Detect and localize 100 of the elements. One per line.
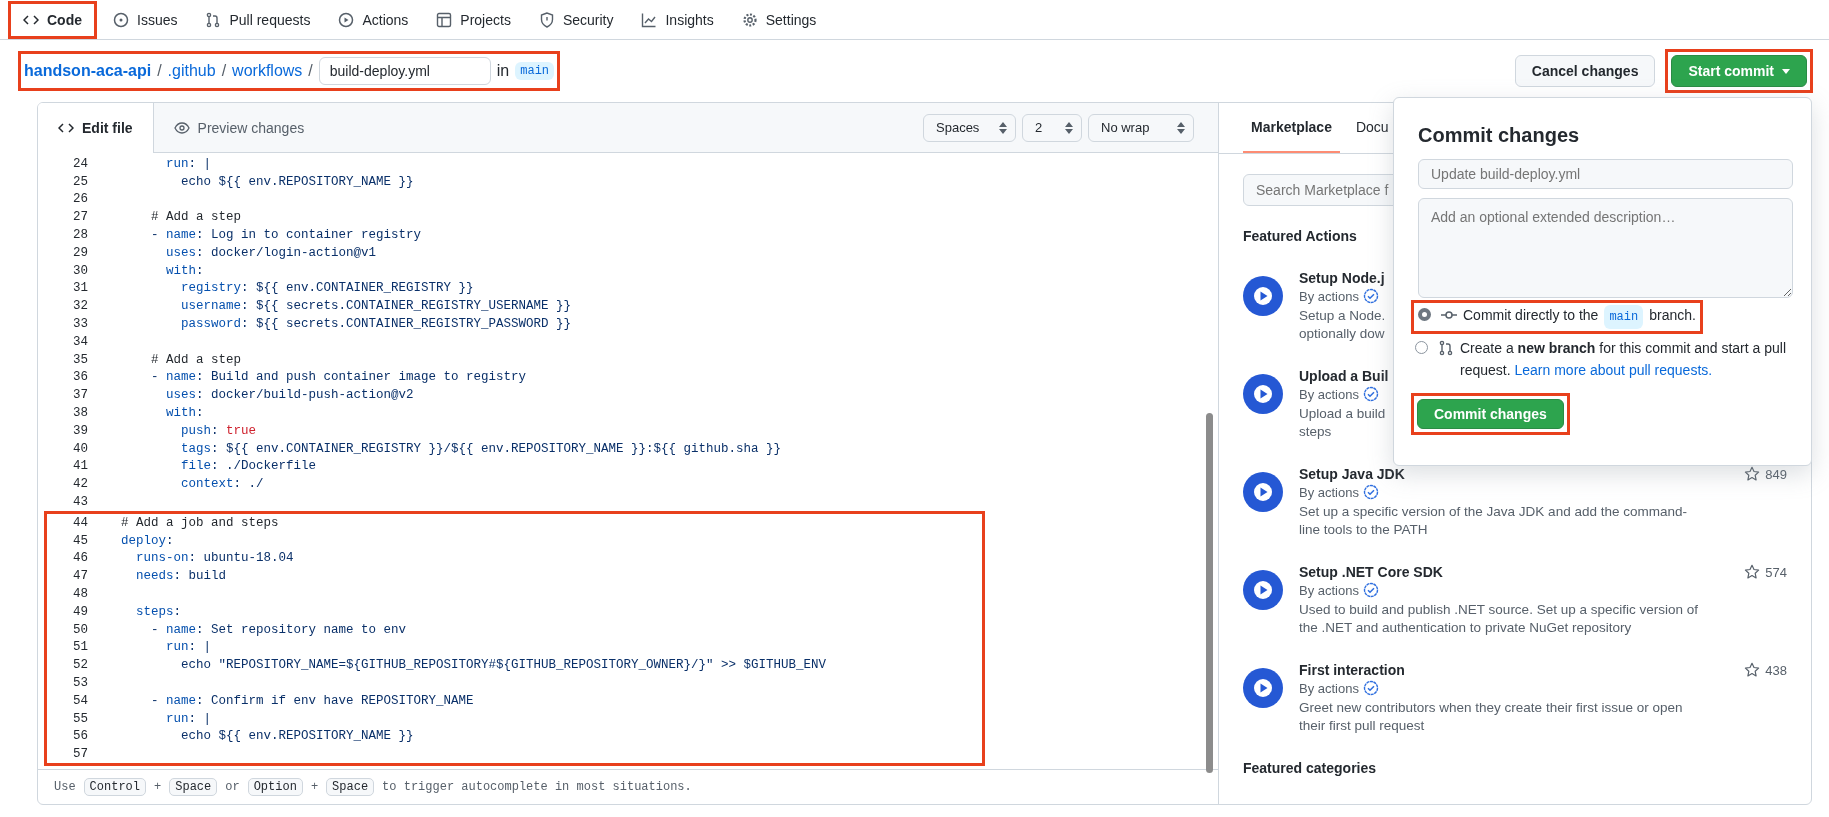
repo-link[interactable]: handson-aca-api xyxy=(24,62,152,80)
code-line: with: xyxy=(165,406,204,421)
line-number: 55 xyxy=(72,711,89,726)
line-number: 51 xyxy=(72,640,89,655)
verified-badge-icon xyxy=(1363,386,1379,402)
line-number: 41 xyxy=(72,459,89,474)
action-description: steps xyxy=(1299,423,1332,441)
action-title[interactable]: Setup Node.j xyxy=(1299,270,1385,286)
cancel-button[interactable]: Cancel changes xyxy=(1514,55,1656,87)
code-line: # Add a step xyxy=(150,210,242,225)
code-line: - name: Build and push container image to registry xyxy=(150,370,527,385)
line-number: 24 xyxy=(72,156,89,171)
chevron-up-down-icon xyxy=(999,121,1007,134)
action-title[interactable]: First interaction xyxy=(1299,662,1405,678)
learn-more-link[interactable]: Learn more about pull requests. xyxy=(1514,362,1713,378)
star-count: 574 xyxy=(1765,564,1787,580)
editor-tab[interactable]: Preview changes xyxy=(153,103,325,152)
code-line: run: | xyxy=(165,711,212,726)
graph-icon xyxy=(641,11,658,28)
nav-tab[interactable]: Actions xyxy=(330,3,417,36)
star-count: 849 xyxy=(1765,466,1787,482)
play-icon[interactable] xyxy=(1243,668,1283,708)
folder-link[interactable]: workflows xyxy=(232,62,303,80)
play-icon[interactable] xyxy=(1243,472,1283,512)
star-icon xyxy=(1744,466,1761,482)
line-number: 25 xyxy=(72,174,89,189)
code-line: push: true xyxy=(180,423,257,438)
nav-tab[interactable]: Pull requests xyxy=(197,3,319,36)
author-text: By actions xyxy=(1299,582,1359,598)
action-title[interactable]: Upload a Buil xyxy=(1299,368,1389,384)
code-line: echo ${{ env.REPOSITORY_NAME }} xyxy=(180,729,414,744)
line-number: 48 xyxy=(72,587,89,601)
code-line: echo "REPOSITORY_NAME=${GITHUB_REPOSITORY#${GITHUB_REPOSITORY_OWNER}/}" >> $GITHUB_ENV xyxy=(180,658,827,673)
code-line: - name: Log in to container registry xyxy=(150,228,422,243)
line-number: 27 xyxy=(72,210,89,225)
verified-badge-icon xyxy=(1363,680,1379,696)
line-number: 28 xyxy=(72,228,89,243)
editor-tab[interactable]: Edit file xyxy=(38,103,154,153)
commit-summary-field[interactable]: Update build-deploy.yml xyxy=(1418,159,1793,189)
settings-icon xyxy=(741,11,758,28)
code-line: needs: build xyxy=(135,569,227,584)
caret-icon xyxy=(1782,68,1790,74)
select-field[interactable]: No wrap xyxy=(1088,113,1194,142)
nav-tab[interactable]: Projects xyxy=(428,3,519,36)
verified-badge-icon xyxy=(1363,484,1379,500)
play-icon[interactable] xyxy=(1243,374,1283,414)
line-number: 39 xyxy=(72,423,89,438)
line-number: 32 xyxy=(72,299,89,314)
code-line: file: ./Dockerfile xyxy=(180,459,317,474)
code-line: with: xyxy=(165,263,204,278)
line-number: 56 xyxy=(72,729,89,744)
nav-tab[interactable]: Insights xyxy=(633,3,722,36)
code-line: echo ${{ env.REPOSITORY_NAME }} xyxy=(180,174,414,189)
star-count: 438 xyxy=(1765,662,1787,678)
nav-tab[interactable]: Security xyxy=(530,3,622,36)
panel-tab[interactable]: Docu xyxy=(1347,103,1397,153)
code-line: runs-on: ubuntu-18.04 xyxy=(135,551,294,566)
action-description: the .NET and authentication to private NuGet repository xyxy=(1299,619,1632,637)
filename-field[interactable]: build-deploy.yml xyxy=(318,57,491,85)
panel-tab[interactable]: Marketplace xyxy=(1243,103,1340,153)
nav-tab[interactable]: Issues xyxy=(105,3,186,36)
code-line: run: | xyxy=(165,156,212,171)
select-field[interactable]: 2 xyxy=(1022,113,1082,142)
action-description: optionally dow xyxy=(1299,325,1385,343)
code-line: registry: ${{ env.CONTAINER_REGISTRY }} xyxy=(180,281,474,296)
keyboard-key: Space xyxy=(169,778,218,796)
line-number: 54 xyxy=(72,693,89,708)
action-title[interactable]: Setup Java JDK xyxy=(1299,466,1405,482)
code-line: # Add a step xyxy=(150,352,242,367)
line-number: 40 xyxy=(72,441,89,456)
popover-title: Commit changes xyxy=(1418,124,1581,147)
chevron-up-down-icon xyxy=(1177,121,1185,134)
select-field[interactable]: Spaces xyxy=(923,113,1016,142)
line-number: 26 xyxy=(72,192,89,207)
code-line: context: ./ xyxy=(180,477,264,492)
code-line: uses: docker/login-action@v1 xyxy=(165,245,377,260)
nav-tab[interactable]: Settings xyxy=(733,3,825,36)
line-number: 30 xyxy=(72,263,89,278)
line-number: 43 xyxy=(72,495,89,510)
option-label: Create a new branch for this commit and start a pull request. Learn more about pull requests. xyxy=(1460,339,1788,380)
play-icon[interactable] xyxy=(1243,570,1283,610)
keyboard-key: Control xyxy=(83,778,147,796)
code-line: steps: xyxy=(135,604,182,619)
line-number: 44 xyxy=(72,515,89,530)
hint-text: or xyxy=(225,780,240,794)
scrollbar-thumb[interactable] xyxy=(1206,413,1213,773)
action-description: Setup a Node. xyxy=(1299,307,1386,325)
folder-link[interactable]: .github xyxy=(167,62,216,80)
nav-tab[interactable]: Code xyxy=(15,3,90,36)
verified-badge-icon xyxy=(1363,582,1379,598)
radio-button[interactable] xyxy=(1418,308,1431,321)
action-description: Used to build and publish .NET source. Set up a specific version of xyxy=(1299,601,1698,619)
play-icon[interactable] xyxy=(1243,276,1283,316)
author-text: By actions xyxy=(1299,386,1359,402)
action-description: Set up a specific version of the Java JDK and add the command- xyxy=(1299,503,1687,521)
code-line: username: ${{ secrets.CONTAINER_REGISTRY_USERNAME }} xyxy=(180,299,572,314)
description-field[interactable]: Add an optional extended description… xyxy=(1418,198,1793,298)
action-title[interactable]: Setup .NET Core SDK xyxy=(1299,564,1443,580)
code-line: uses: docker/build-push-action@v2 xyxy=(165,388,414,403)
circle-dot-icon xyxy=(113,11,129,28)
